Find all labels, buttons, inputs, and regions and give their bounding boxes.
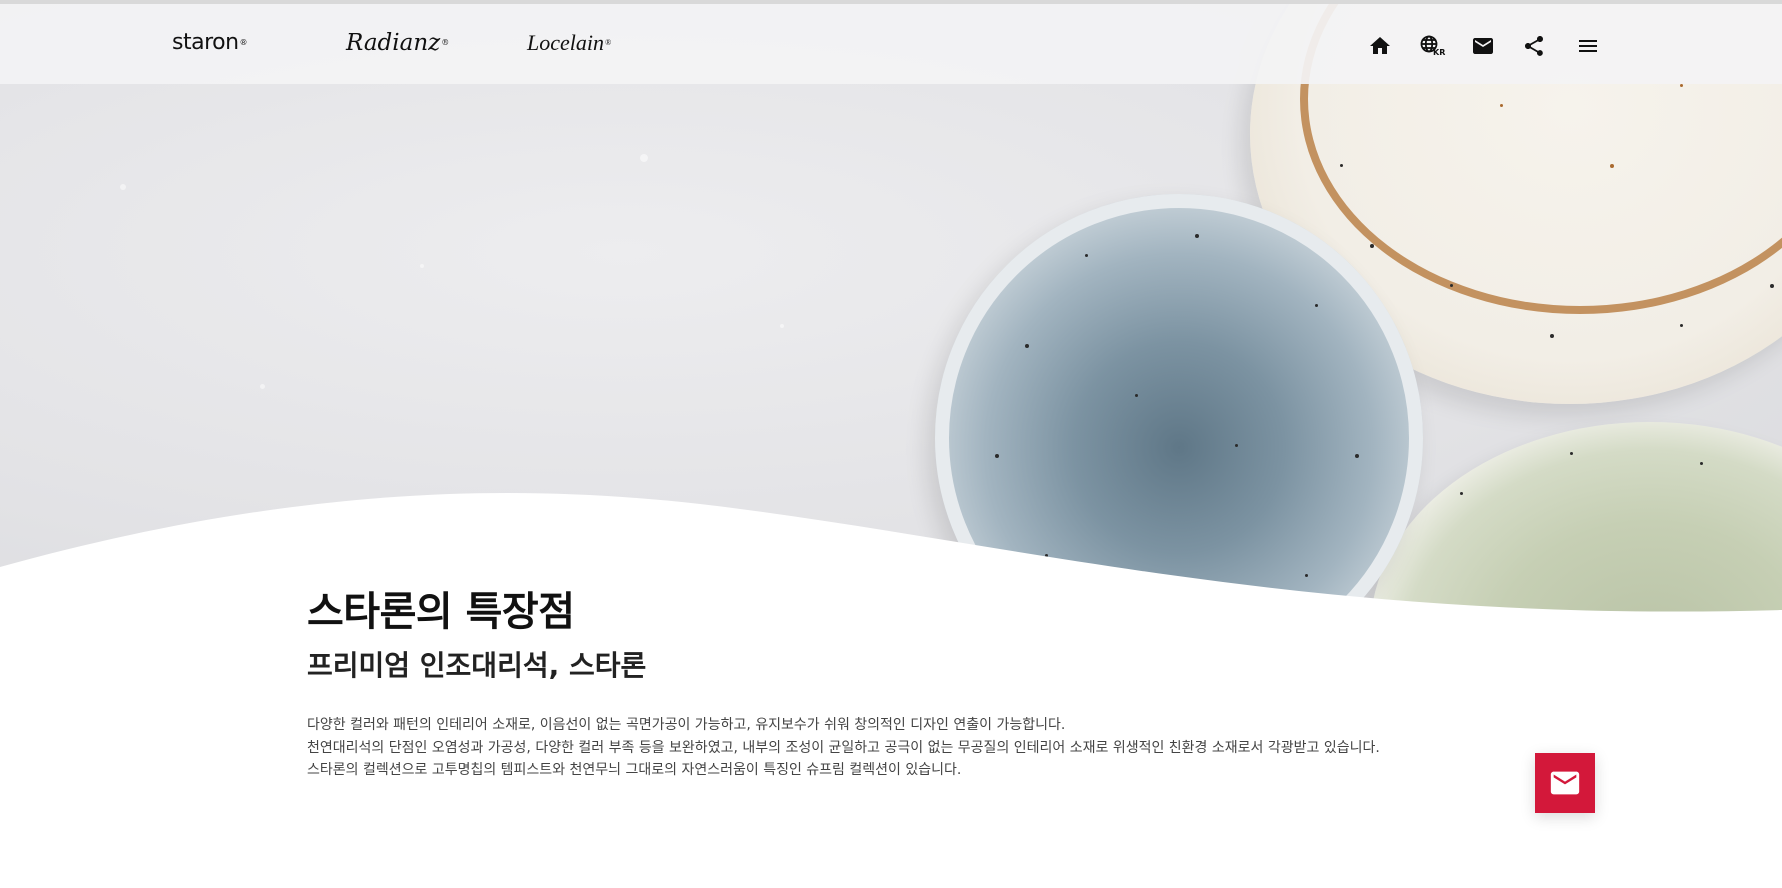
page-title: 스타론의 특장점 [307,589,575,635]
mail-icon [1550,771,1580,795]
share-icon[interactable] [1522,34,1546,58]
site-header: staron® Radianz® Locelain® KR [0,4,1782,84]
radianz-logo[interactable]: Radianz® [346,28,449,58]
home-icon[interactable] [1368,34,1392,58]
description-line: 다양한 컬러와 패턴의 인테리어 소재로, 이음선이 없는 곡면가공이 가능하고… [307,717,1066,733]
menu-icon[interactable] [1576,34,1600,58]
hero-banner [0,4,1782,624]
description-line: 천연대리석의 단점인 오염성과 가공성, 다양한 컬러 부족 등을 보완하였고,… [307,739,1380,756]
globe-icon[interactable]: KR [1419,34,1446,58]
hero-wave-divider [0,492,1782,624]
contact-mail-button[interactable] [1535,753,1595,813]
main-content: 스타론의 특장점 프리미엄 인조대리석, 스타론 다양한 컬러와 패턴의 인테리… [307,588,1507,782]
mail-icon[interactable] [1471,34,1495,58]
locelain-logo[interactable]: Locelain® [527,28,611,58]
page-subtitle: 프리미엄 인조대리석, 스타론 [307,649,647,682]
staron-logo[interactable]: staron® [172,28,248,58]
description: 다양한 컬러와 패턴의 인테리어 소재로, 이음선이 없는 곡면가공이 가능하고… [307,714,1507,782]
description-line: 스타론의 컬렉션으로 고투명칩의 템피스트와 천연무늬 그대로의 자연스러움이 … [307,762,962,778]
language-code: KR [1433,48,1446,57]
